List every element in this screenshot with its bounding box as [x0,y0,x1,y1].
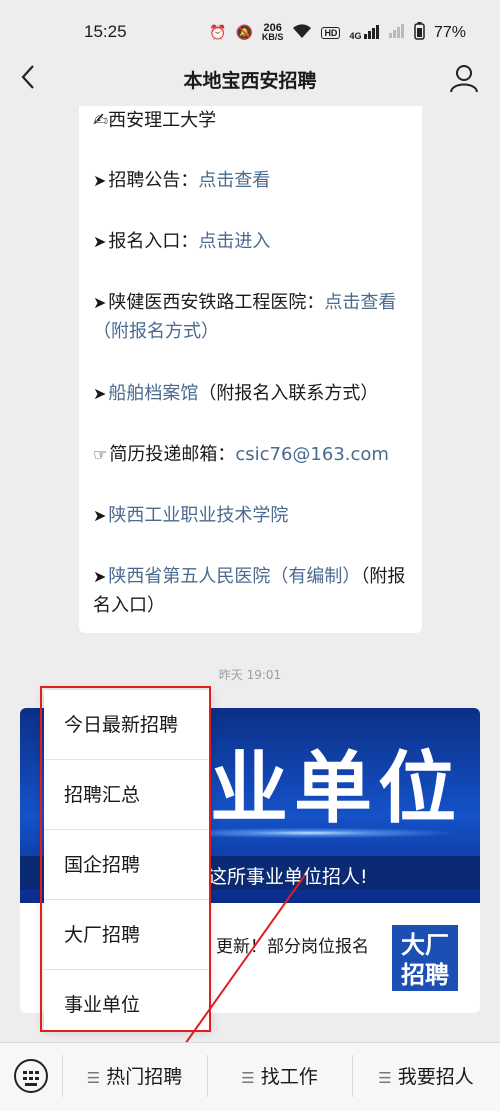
college-link[interactable]: 陕西工业职业技术学院 [108,505,288,526]
mute-icon: 🔕 [235,24,253,40]
article-line-1: ✍西安理工大学 [93,106,412,135]
menu-lines-icon: ☰ [378,1069,392,1087]
menu-hot-jobs[interactable]: ☰ 热门招聘 [62,1043,207,1111]
menu-lines-icon: ☰ [86,1069,101,1087]
menu-item-soe[interactable]: 国企招聘 [44,830,210,900]
menu-post-job[interactable]: ☰ 我要招人 [352,1043,500,1111]
message-timestamp: 昨天 19:01 [218,668,282,682]
menu-find-job[interactable]: ☰ 找工作 [207,1043,352,1111]
email-link[interactable]: csic76@163.com [235,444,389,465]
article-thumbnail: 大厂 招聘 [390,923,460,993]
arrow-icon: ➤ [93,171,107,190]
arrow-icon: ➤ [93,567,107,586]
hospital-5-link[interactable]: 陕西省第五人民医院（有编制） [108,566,360,587]
article-description: 更新！部分岗位报名 [216,937,369,957]
article-text: 招聘公告： [108,170,199,191]
article-line-8: ➤ 陕西省第五人民医院（有编制）（附报名入口） [93,562,412,620]
popup-menu: 今日最新招聘 招聘汇总 国企招聘 大厂招聘 事业单位 [44,690,210,1030]
article-line-5: ➤ 船舶档案馆（附报名入联系方式） [93,379,412,408]
writing-hand-icon: ✍ [93,110,109,131]
article-line-2: ➤ 招聘公告：点击查看 [93,166,412,195]
menu-item-big-company[interactable]: 大厂招聘 [44,900,210,970]
notice-link[interactable]: 点击查看 [198,170,270,191]
keyboard-icon[interactable] [14,1059,48,1093]
arrow-icon: ➤ [93,384,107,403]
article-card[interactable]: ✍西安理工大学 ➤ 招聘公告：点击查看 ➤ 报名入口：点击进入 ➤ 陕健医西安铁路工程… [79,106,422,633]
net-speed: 206 KB/S [261,21,284,42]
article-text: 西安理工大学 [108,110,217,131]
arrow-icon: ➤ [93,232,107,251]
article-text: （附报名入联系方式） [198,383,379,404]
wifi-icon [292,23,312,42]
status-icons: ⏰ 🔕 206 KB/S HD 4G 77% [209,22,466,43]
signal-icon: 4G [349,24,380,41]
article-line-4: ➤ 陕健医西安铁路工程医院：点击查看（附报名方式） [93,288,412,346]
nav-bar: 本地宝西安招聘 [0,52,500,106]
tab-label: 找工作 [260,1066,318,1088]
thumb-text: 大厂 [401,931,449,959]
article-text: 报名入口： [108,231,199,252]
article-text: 简历投递邮箱： [109,444,236,465]
archive-link[interactable]: 船舶档案馆 [108,383,198,404]
thumb-text: 招聘 [401,961,449,989]
page-title: 本地宝西安招聘 [183,70,317,92]
battery-percent: 77% [433,23,466,41]
banner-heading: 业单位 [210,744,463,834]
article-line-3: ➤ 报名入口：点击进入 [93,227,412,256]
article-line-7: ➤ 陕西工业职业技术学院 [93,501,412,530]
article-text: 陕健医西安铁路工程医院： [108,292,325,313]
banner-subtitle: 这所事业单位招人! [208,866,368,888]
bottom-menu-bar: ☰ 热门招聘 ☰ 找工作 ☰ 我要招人 [0,1042,500,1111]
profile-icon[interactable] [448,62,480,94]
battery-icon [414,22,425,43]
menu-item-summary[interactable]: 招聘汇总 [44,760,210,830]
alarm-icon: ⏰ [209,24,227,40]
menu-item-public-institution[interactable]: 事业单位 [44,970,210,1040]
article-line-6: ☞ 简历投递邮箱：csic76@163.com [93,440,412,469]
pointing-hand-icon: ☞ [93,445,108,464]
signal-2-icon [388,24,405,41]
arrow-icon: ➤ [93,506,107,525]
menu-item-latest[interactable]: 今日最新招聘 [44,690,210,760]
hd-icon: HD [321,26,341,39]
status-time: 15:25 [84,22,127,41]
tab-label: 热门招聘 [106,1066,183,1088]
menu-lines-icon: ☰ [241,1069,255,1087]
signup-link[interactable]: 点击进入 [198,231,270,252]
tab-label: 我要招人 [397,1066,474,1088]
arrow-icon: ➤ [93,293,107,312]
